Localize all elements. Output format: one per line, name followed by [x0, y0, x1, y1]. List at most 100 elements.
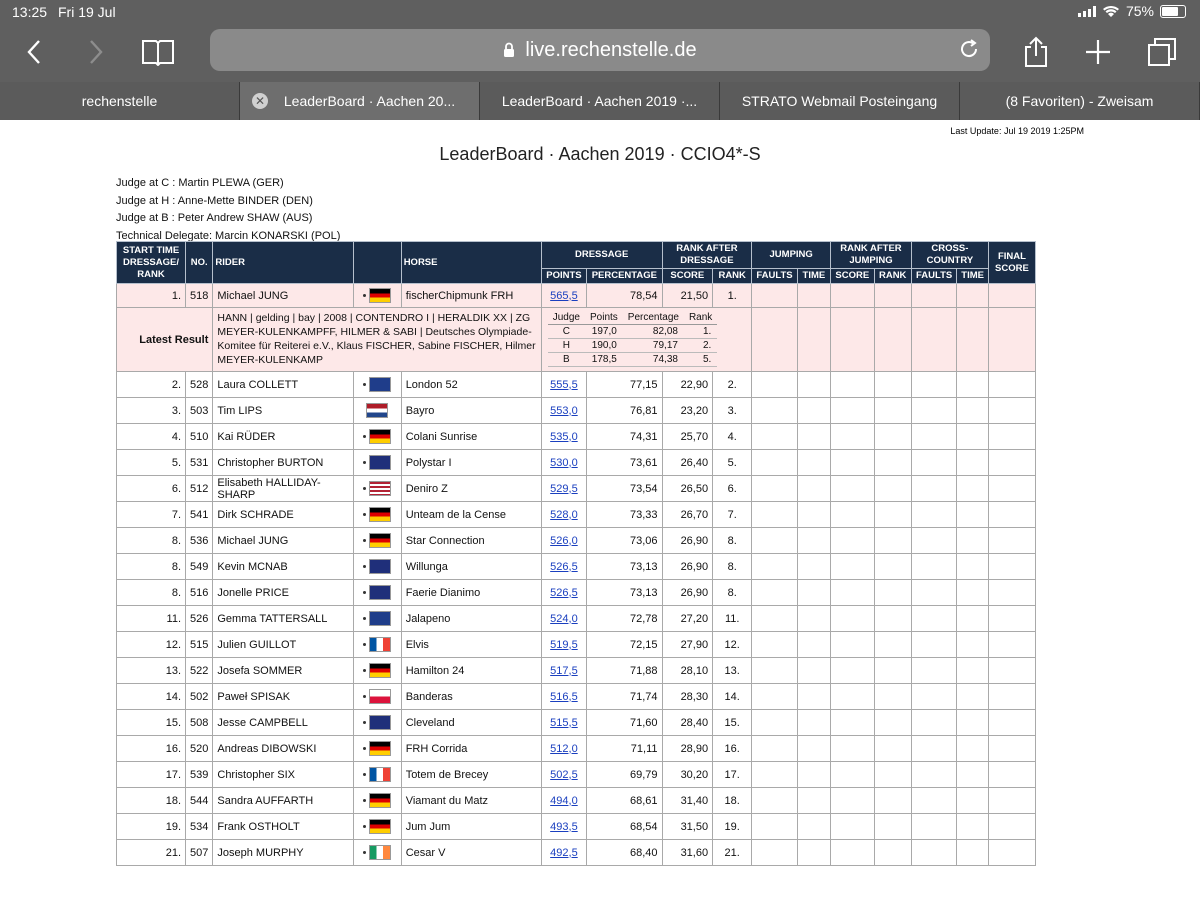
share-button[interactable]	[1016, 34, 1056, 70]
table-row[interactable]: 2. 528 Laura COLLETT London 52 555,5 77,15 22,…	[115, 371, 1037, 398]
points-cell[interactable]: 512,0	[540, 735, 588, 762]
points-cell[interactable]: 493,5	[540, 813, 588, 840]
empty-cell	[987, 371, 1037, 398]
tab-rechenstelle[interactable]: rechenstelle	[0, 82, 240, 120]
rank-cell: 4.	[115, 423, 187, 450]
flag-gbr-icon	[369, 377, 392, 392]
table-row[interactable]: 15. 508 Jesse CAMPBELL Cleveland 515,5 71,60 2…	[115, 709, 1037, 736]
points-cell[interactable]: 519,5	[540, 631, 588, 658]
points-cell[interactable]: 528,0	[540, 501, 588, 528]
points-cell[interactable]: 494,0	[540, 787, 588, 814]
tabs-overview-button[interactable]	[1142, 34, 1182, 70]
points-link[interactable]: 526,0	[550, 535, 578, 547]
table-row[interactable]: 4. 510 Kai RÜDER Colani Sunrise 535,0 74,31 25…	[115, 423, 1037, 450]
table-row[interactable]: 12. 515 Julien GUILLOT Elvis 519,5 72,15 27,90…	[115, 631, 1037, 658]
points-link[interactable]: 528,0	[550, 509, 578, 521]
table-row[interactable]: 8. 516 Jonelle PRICE Faerie Dianimo 526,5 73,…	[115, 579, 1037, 606]
points-cell[interactable]: 553,0	[540, 397, 588, 424]
points-cell[interactable]: 530,0	[540, 449, 588, 476]
rider-cell: Frank OSTHOLT	[212, 813, 354, 840]
horse-cell: Viamant du Matz	[400, 787, 542, 814]
points-cell[interactable]: 526,5	[540, 553, 588, 580]
reload-icon[interactable]	[958, 38, 980, 60]
points-cell[interactable]: 524,0	[540, 605, 588, 632]
empty-cell	[830, 475, 875, 502]
new-tab-button[interactable]	[1078, 34, 1118, 70]
table-row[interactable]: 18. 544 Sandra AUFFARTH Viamant du Matz 494,…	[115, 787, 1037, 814]
points-link[interactable]: 526,5	[550, 587, 578, 599]
points-link[interactable]: 493,5	[550, 821, 578, 833]
table-row[interactable]: 11. 526 Gemma TATTERSALL Jalapeno 524,0 72,78…	[115, 605, 1037, 632]
table-row[interactable]: 8. 536 Michael JUNG Star Connection 526,0 73,…	[115, 527, 1037, 554]
points-link[interactable]: 492,5	[550, 847, 578, 859]
points-link[interactable]: 494,0	[550, 795, 578, 807]
points-cell[interactable]: 555,5	[540, 371, 588, 398]
rank-cell: 3.	[115, 397, 187, 424]
points-link[interactable]: 515,5	[550, 717, 578, 729]
percentage-cell: 71,74	[586, 683, 663, 710]
table-row[interactable]: 6. 512 Elisabeth HALLIDAY-SHARP Deniro Z 529…	[115, 475, 1037, 502]
points-cell[interactable]: 526,5	[540, 579, 588, 606]
points-cell[interactable]: 502,5	[540, 761, 588, 788]
points-link[interactable]: 517,5	[550, 665, 578, 677]
tab-leaderboard-active[interactable]: ✕ LeaderBoard · Aachen 20...	[240, 82, 480, 120]
table-row[interactable]: 1. 518 Michael JUNG fischerChipmunk FRH 565,…	[115, 283, 1037, 308]
back-button[interactable]	[14, 34, 54, 70]
rider-cell: Michael JUNG	[212, 527, 354, 554]
tab-favoriten[interactable]: (8 Favoriten) - Zweisam	[960, 82, 1200, 120]
tab-strato-webmail[interactable]: STRATO Webmail Posteingang	[720, 82, 960, 120]
subheader-score: SCORE	[661, 268, 714, 284]
points-link[interactable]: 535,0	[550, 431, 578, 443]
address-bar[interactable]: live.rechenstelle.de	[210, 29, 990, 71]
table-row[interactable]: 19. 534 Frank OSTHOLT Jum Jum 493,5 68,54 31,5…	[115, 813, 1037, 840]
close-tab-icon[interactable]: ✕	[252, 93, 268, 109]
subheader-faults: FAULTS	[910, 268, 958, 284]
points-link[interactable]: 502,5	[550, 769, 578, 781]
table-row[interactable]: 13. 522 Josefa SOMMER Hamilton 24 517,5 71,88…	[115, 657, 1037, 684]
points-cell[interactable]: 516,5	[540, 683, 588, 710]
points-cell[interactable]: 515,5	[540, 709, 588, 736]
leaderboard-table: START TIME DRESSAGE/ RANK NO. RIDER HORS…	[115, 241, 1037, 866]
flag-pol-icon	[369, 689, 392, 704]
dressage-rank-cell: 13.	[712, 657, 753, 684]
empty-cell	[987, 449, 1037, 476]
tab-leaderboard-2[interactable]: LeaderBoard · Aachen 2019 ·...	[480, 82, 720, 120]
table-row[interactable]: 14. 502 Paweł SPISAK Banderas 516,5 71,74 28,3…	[115, 683, 1037, 710]
table-row[interactable]: 8. 549 Kevin MCNAB Willunga 526,5 73,13 26,90 8…	[115, 553, 1037, 580]
flag-cell	[352, 579, 402, 606]
judge-score-value: B	[547, 352, 585, 367]
horse-details: HANN | gelding | bay | 2008 | CONTENDRO …	[212, 307, 542, 372]
points-link[interactable]: 565,5	[550, 290, 578, 302]
empty-cell	[751, 501, 798, 528]
table-row[interactable]: 7. 541 Dirk SCHRADE Unteam de la Cense 528,0…	[115, 501, 1037, 528]
points-link[interactable]: 524,0	[550, 613, 578, 625]
table-row[interactable]: 5. 531 Christopher BURTON Polystar I 530,0 73…	[115, 449, 1037, 476]
points-link[interactable]: 519,5	[550, 639, 578, 651]
points-cell[interactable]: 535,0	[540, 423, 588, 450]
table-row[interactable]: 21. 507 Joseph MURPHY Cesar V 492,5 68,40 31,6…	[115, 839, 1037, 866]
points-link[interactable]: 516,5	[550, 691, 578, 703]
points-cell[interactable]: 529,5	[540, 475, 588, 502]
table-row[interactable]: 3. 503 Tim LIPS Bayro 553,0 76,81 23,20 3.	[115, 397, 1037, 424]
forward-button[interactable]	[76, 34, 116, 70]
flag-cell	[352, 605, 402, 632]
points-link[interactable]: 555,5	[550, 379, 578, 391]
points-link[interactable]: 529,5	[550, 483, 578, 495]
points-link[interactable]: 512,0	[550, 743, 578, 755]
empty-cell	[956, 579, 989, 606]
empty-cell	[830, 735, 875, 762]
points-cell[interactable]: 565,5	[540, 283, 588, 308]
latest-result-label: Latest Result	[115, 307, 214, 372]
bookmarks-button[interactable]	[138, 34, 178, 70]
points-link[interactable]: 530,0	[550, 457, 578, 469]
points-link[interactable]: 526,5	[550, 561, 578, 573]
table-row[interactable]: 16. 520 Andreas DIBOWSKI FRH Corrida 512,0 71…	[115, 735, 1037, 762]
points-cell[interactable]: 492,5	[540, 839, 588, 866]
chevron-left-icon	[27, 40, 40, 64]
points-cell[interactable]: 526,0	[540, 527, 588, 554]
flag-cell	[352, 553, 402, 580]
table-row[interactable]: 17. 539 Christopher SIX Totem de Brecey 502,…	[115, 761, 1037, 788]
points-link[interactable]: 553,0	[550, 405, 578, 417]
empty-cell	[873, 475, 912, 502]
points-cell[interactable]: 517,5	[540, 657, 588, 684]
